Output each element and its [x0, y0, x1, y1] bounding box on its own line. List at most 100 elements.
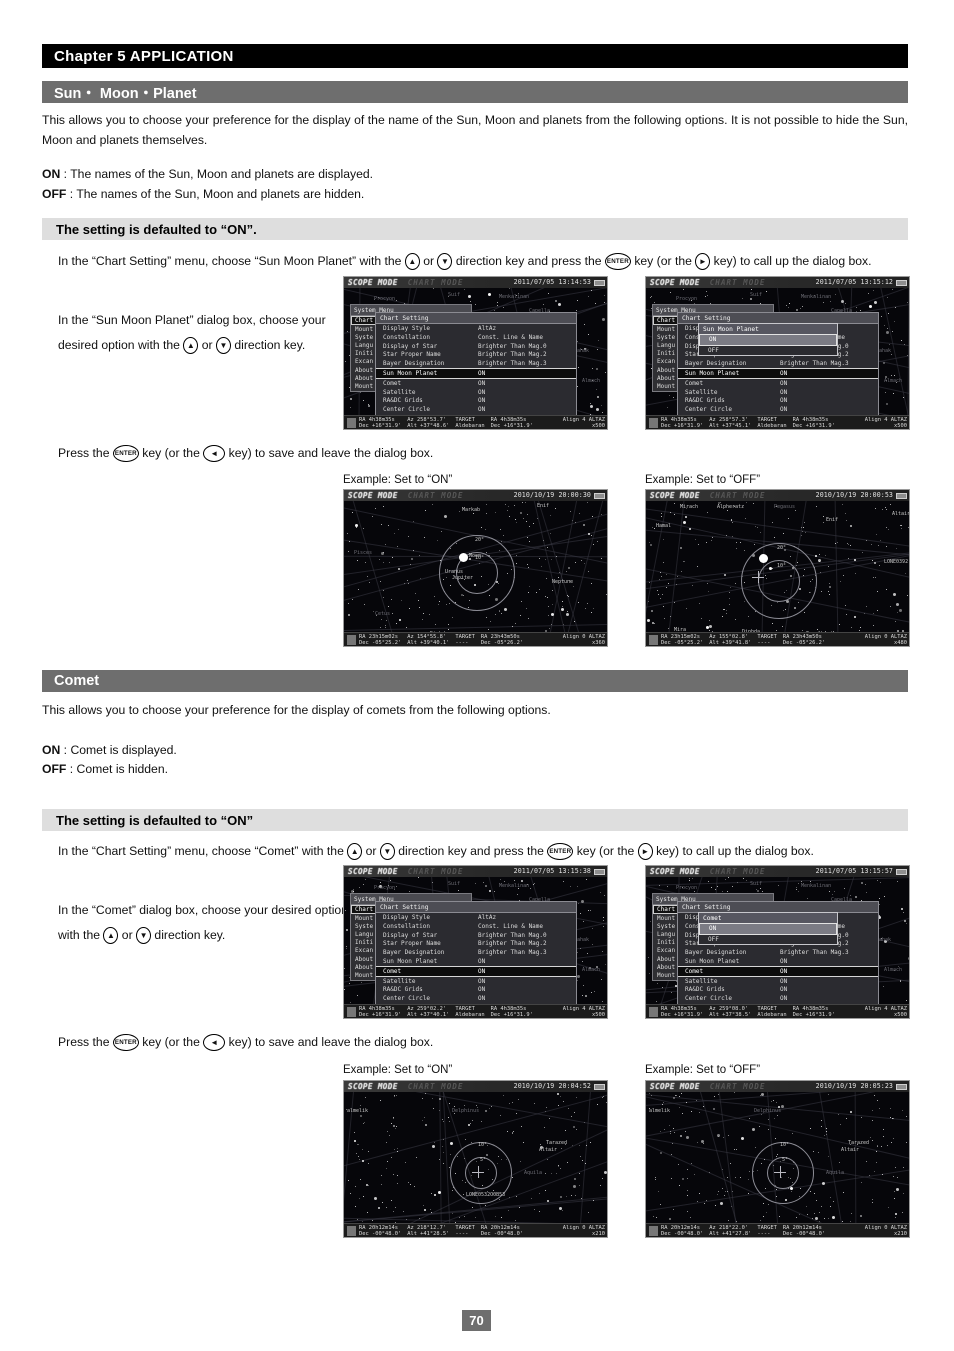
status-alt: Alt +37°38.5' — [709, 1012, 752, 1019]
status-target-dec: Dec +16°31.9' — [792, 423, 835, 430]
chart-setting-row[interactable]: Comet ON — [376, 379, 576, 388]
status-target-dec: Dec -00°48.0' — [782, 1231, 826, 1238]
chart-setting-row[interactable]: Satellite ON — [678, 977, 878, 986]
battery-icon — [594, 1083, 605, 1090]
sky-star-label: Menkalinan — [801, 883, 832, 889]
battery-icon — [594, 868, 605, 875]
dialog-option-on[interactable]: ON — [699, 334, 837, 346]
chart-setting-row[interactable]: Satellite ON — [376, 388, 576, 397]
row-label: Center Circle — [383, 406, 430, 414]
row-value: Brighter Than Mag.3 — [478, 949, 547, 957]
shot-titlebar: SCOPE MODE CHART MODE 2010/10/19 20:05:2… — [646, 1081, 909, 1092]
chart-setting-row[interactable]: RA&DC Grids ON — [376, 985, 576, 994]
chart-setting-row[interactable]: Center Circle ON — [376, 994, 576, 1003]
chart-setting-row-selected[interactable]: Comet ON — [376, 965, 576, 977]
sun-moon-planet-dialog[interactable]: Sun Moon Planet ON OFF — [698, 323, 838, 356]
dialog-option-off[interactable]: OFF — [699, 935, 837, 944]
sky-label-lone: LONE0392 — [884, 559, 909, 565]
chart-setting-row-selected[interactable]: Sun Moon Planet ON — [376, 368, 576, 379]
crosshair-vertical — [758, 571, 759, 583]
chart-setting-row[interactable]: Display Style AltAz — [376, 324, 576, 333]
status-zoom: x500 — [592, 1012, 605, 1019]
status-align: Align 0 — [864, 1225, 888, 1231]
scope-mode-label: SCOPE MODE — [348, 491, 398, 500]
status-target-dec: Dec -05°26.2' — [782, 640, 826, 647]
status-az: Az 155°02.8' — [709, 634, 749, 640]
down-arrow-key-icon: ▼ — [215, 337, 231, 355]
sky-star-label: Procyon — [374, 885, 396, 891]
chart-setting-row[interactable]: Star Proper Name Brighter Than Mag.2 — [376, 940, 576, 949]
status-dec: Dec +16°31.9' — [359, 1012, 402, 1019]
scope-mode-label: SCOPE MODE — [650, 1082, 700, 1091]
chart-setting-row[interactable]: Display of Star Brighter Than Mag.0 — [376, 931, 576, 940]
compass-icon — [649, 1226, 658, 1236]
status-target-name: Aldebaran — [455, 1012, 485, 1019]
option-desc-on: : The names of the Sun, Moon and planets… — [63, 167, 374, 181]
chart-setting-row[interactable]: Constellation Const. Line & Name — [376, 333, 576, 342]
chart-setting-row[interactable]: Satellite ON — [678, 388, 878, 397]
chart-setting-row[interactable]: Center Circle ON — [376, 405, 576, 414]
chart-setting-row[interactable]: RA&DC Grids ON — [678, 985, 878, 994]
status-target-coords: RA 4h38m35s Dec +16°31.9' — [491, 1006, 539, 1018]
status-zoom: x500 — [894, 1012, 907, 1019]
row-value: ON — [478, 995, 486, 1003]
step3-text-a: Press the — [58, 446, 110, 460]
chart-setting-row[interactable]: RA&DC Grids ON — [678, 396, 878, 405]
status-target-ra: RA 20h12m14s — [782, 1225, 822, 1231]
shot-titlebar: SCOPE MODE CHART MODE 2011/07/05 13:14:5… — [344, 277, 607, 288]
chart-setting-title: Chart Setting — [376, 902, 576, 914]
chart-setting-row-selected[interactable]: Sun Moon Planet ON — [678, 368, 878, 379]
chart-setting-row[interactable]: Satellite ON — [376, 977, 576, 986]
chart-setting-panel[interactable]: Chart Setting Display Style AltAz Constel… — [375, 901, 577, 1013]
status-target-coords: RA 4h38m35s Dec +16°31.9' — [491, 417, 539, 429]
row-label: RA&DC Grids — [685, 986, 725, 994]
dialog-option-off[interactable]: OFF — [699, 346, 837, 355]
chart-setting-row[interactable]: Bayer Designation Brighter Than Mag.3 — [678, 359, 878, 368]
row-value: ON — [780, 967, 788, 975]
chart-setting-row[interactable]: Bayer Designation Brighter Than Mag.3 — [678, 948, 878, 957]
row-label: Bayer Designation — [685, 949, 747, 957]
dialog-option-on[interactable]: ON — [699, 923, 837, 935]
sky-star-label: Suif — [448, 292, 461, 298]
chart-setting-row[interactable]: Bayer Designation Brighter Than Mag.3 — [376, 359, 576, 368]
battery-icon — [594, 492, 605, 499]
chart-setting-row[interactable]: Star Proper Name Brighter Than Mag.2 — [376, 351, 576, 360]
section-intro-comet: This allows you to choose your preferenc… — [42, 703, 551, 717]
chart-setting-row[interactable]: Bayer Designation Brighter Than Mag.3 — [376, 948, 576, 957]
chart-setting-row[interactable]: Sun Moon Planet ON — [678, 957, 878, 966]
chart-setting-row[interactable]: Display of Star Brighter Than Mag.0 — [376, 342, 576, 351]
row-value: ON — [780, 388, 788, 396]
row-value: ON — [478, 986, 486, 994]
status-ra-dec: RA 4h38m35s Dec +16°31.9' — [359, 1006, 407, 1019]
chart-setting-row[interactable]: Center Circle ON — [678, 405, 878, 414]
timestamp: 2010/10/19 20:00:30 — [513, 491, 591, 499]
status-align-mode: Align 4 ALTAZ x500 — [563, 417, 607, 429]
chart-setting-row-selected[interactable]: Comet ON — [678, 965, 878, 977]
row-value: AltAz — [478, 914, 497, 922]
shot-titlebar: SCOPE MODE CHART MODE 2010/10/19 20:00:3… — [344, 490, 607, 501]
status-zoom: x210 — [894, 1231, 907, 1238]
instruction-step3-comet: Press the ENTER key (or the ◄ key) to sa… — [58, 1032, 508, 1052]
chart-setting-row[interactable]: Comet ON — [678, 379, 878, 388]
scope-mode-label: SCOPE MODE — [348, 867, 398, 876]
chart-setting-row[interactable]: RA&DC Grids ON — [376, 396, 576, 405]
comet-dialog[interactable]: Comet ON OFF — [698, 912, 838, 945]
ring-label-outer: 20° — [475, 537, 485, 543]
sky-label-tarazed: Tarazed — [546, 1140, 568, 1146]
chart-setting-panel[interactable]: Chart Setting Display Style AltAz Constel… — [375, 312, 577, 424]
shot-titlebar: SCOPE MODE CHART MODE 2011/07/05 13:15:3… — [344, 866, 607, 877]
row-value: Brighter Than Mag.0 — [478, 342, 547, 350]
chart-setting-row[interactable]: Constellation Const. Line & Name — [376, 922, 576, 931]
status-target-ra: RA 23h43m50s — [480, 634, 520, 640]
chart-setting-row[interactable]: Sun Moon Planet ON — [376, 957, 576, 966]
sky-label-moon: Moon — [469, 553, 482, 559]
status-align: Align 4 — [864, 1006, 888, 1012]
chart-setting-row[interactable]: Center Circle ON — [678, 994, 878, 1003]
status-target-label: TARGET — [455, 634, 475, 640]
shot-titlebar: SCOPE MODE CHART MODE 2010/10/19 20:00:5… — [646, 490, 909, 501]
chart-setting-row[interactable]: Display Style AltAz — [376, 913, 576, 922]
step2-text-e: key. — [283, 338, 306, 352]
status-dec: Dec -05°25.2' — [661, 640, 704, 647]
right-arrow-key-icon: ► — [695, 253, 711, 271]
step1-text-d: key (or the — [634, 254, 692, 268]
